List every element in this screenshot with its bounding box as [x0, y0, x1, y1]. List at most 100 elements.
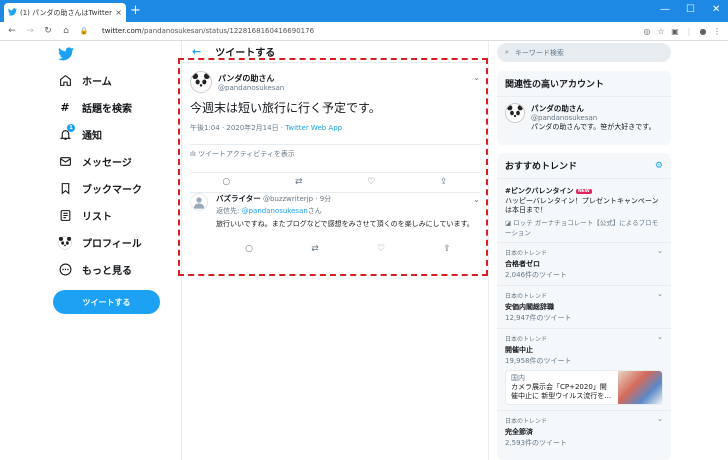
retweet-icon[interactable]: ⇄ — [311, 244, 319, 254]
trends-title-text: おすすめトレンド — [505, 162, 578, 172]
retweet-icon[interactable]: ⇄ — [295, 177, 303, 187]
search-input[interactable]: ⌕ キーワード検索 — [497, 43, 671, 62]
new-badge: NEW — [575, 188, 592, 194]
reply-icon[interactable]: ○ — [222, 177, 230, 187]
tweet-timestamp[interactable]: 午後1:04 · 2020年2月14日 · — [190, 124, 285, 132]
tweet-author-name[interactable]: パンダの助さん — [218, 73, 284, 84]
trend-name: 開催中止 — [505, 346, 533, 354]
avatar[interactable] — [190, 71, 212, 93]
gear-icon[interactable]: ⚙ — [655, 161, 663, 171]
reply-author-name[interactable]: バズライター — [216, 194, 261, 203]
menu-icon[interactable]: ⋮ — [710, 27, 724, 36]
reply-to-prefix: 返信先: — [216, 207, 242, 215]
sidebar-item-messages[interactable]: メッセージ — [58, 154, 132, 169]
like-icon[interactable]: ♡ — [367, 177, 375, 187]
share-icon[interactable]: ⇪ — [443, 244, 451, 254]
home-icon — [58, 74, 72, 88]
tweet-author-handle[interactable]: @pandanosukesan — [218, 84, 284, 92]
chevron-down-icon[interactable]: ⌄ — [473, 195, 480, 204]
tweet-button[interactable]: ツイートする — [53, 290, 160, 314]
account-handle: @pandanosukesan — [531, 114, 598, 122]
bookmark-icon — [58, 182, 72, 196]
sidebar-item-label: もっと見る — [82, 266, 132, 277]
trend-item[interactable]: 日本のトレンド 開催中止 19,958件のツイート ⌄ 国内 カメラ展示会「CP… — [497, 329, 671, 411]
new-tab-button[interactable]: + — [130, 4, 141, 18]
news-thumbnail — [618, 371, 662, 404]
trend-context: 日本のトレンド — [505, 293, 548, 300]
news-source: 国内 — [511, 374, 525, 382]
browser-title-bar: (1) パンダの助さんはTwitterを使 × + — ☐ ✕ — [0, 0, 728, 22]
list-icon — [58, 209, 72, 223]
chevron-down-icon[interactable]: ⌄ — [473, 73, 480, 82]
account-name: パンダの助さん — [531, 104, 584, 113]
related-account[interactable]: パンダの助さん @pandanosukesan パンダの助さんです。笹が大好きで… — [497, 97, 671, 138]
sidebar-item-label: リスト — [82, 212, 112, 223]
separator-icon: | — [687, 26, 691, 36]
promoted-trend-desc: ハッピーバレンタイン！プレゼントキャンペーンは本日まで！ — [505, 197, 659, 214]
extension-icon[interactable]: ◎ — [640, 27, 654, 36]
reply-author-handle[interactable]: @buzzwriterjp · 9分 — [263, 195, 331, 203]
chevron-down-icon[interactable]: ⌄ — [657, 333, 663, 341]
extension-icon-2[interactable]: ▣ — [668, 27, 682, 36]
right-sidebar: ⌕ キーワード検索 関連性の高いアカウント パンダの助さん @pandanosu… — [489, 41, 728, 460]
share-icon[interactable]: ⇪ — [440, 177, 448, 187]
sidebar-item-profile[interactable]: プロフィール — [58, 235, 142, 250]
chevron-down-icon[interactable]: ⌄ — [657, 290, 663, 298]
more-icon — [58, 263, 72, 277]
reply-icon[interactable]: ○ — [245, 244, 253, 254]
related-accounts-card: 関連性の高いアカウント パンダの助さん @pandanosukesan パンダの… — [497, 71, 671, 145]
chevron-down-icon[interactable]: ⌄ — [657, 247, 663, 255]
browser-toolbar: ← → ↻ ⌂ 🔒 twitter.com/pandanosukesan/sta… — [0, 22, 728, 41]
twitter-logo-icon[interactable] — [58, 47, 74, 61]
minimize-button[interactable]: — — [660, 4, 670, 15]
avatar[interactable] — [505, 103, 525, 123]
hashtag-icon: # — [60, 101, 70, 114]
address-bar[interactable]: twitter.com/pandanosukesan/status/122816… — [102, 27, 640, 35]
trend-count: 19,958件のツイート — [505, 357, 572, 365]
chevron-down-icon[interactable]: ⌄ — [657, 415, 663, 423]
sidebar-item-more[interactable]: もっと見る — [58, 262, 132, 277]
close-window-button[interactable]: ✕ — [712, 4, 720, 15]
url-host: twitter.com — [102, 27, 142, 35]
maximize-button[interactable]: ☐ — [686, 4, 695, 15]
back-arrow-icon[interactable]: ← — [6, 26, 18, 36]
reply-avatar[interactable] — [190, 193, 208, 211]
sidebar-item-home[interactable]: ホーム — [58, 73, 112, 88]
tweet-text: 今週末は短い旅行に行く予定です。 — [190, 101, 381, 115]
reply-to-handle[interactable]: @pandanosukesan — [242, 207, 308, 215]
promoted-trend[interactable]: #ピンクバレンタイン NEW ハッピーバレンタイン！プレゼントキャンペーンは本日… — [497, 179, 671, 243]
trend-count: 2,046件のツイート — [505, 271, 568, 279]
tweet-meta: 午後1:04 · 2020年2月14日 · Twitter Web App — [190, 123, 480, 133]
news-card[interactable]: 国内 カメラ展示会「CP+2020」開催中止に 新型ウイルス流行を… — [505, 370, 663, 405]
tab-close-icon[interactable]: × — [115, 8, 122, 17]
reply-text: 旅行いいですね。またブログなどで感想をみさせて頂くのを楽しみにしています。 — [216, 220, 474, 228]
back-arrow-icon[interactable]: ← — [192, 45, 201, 58]
browser-tab[interactable]: (1) パンダの助さんはTwitterを使 × — [4, 3, 126, 22]
related-title-text: 関連性の高いアカウント — [505, 80, 605, 90]
like-icon[interactable]: ♡ — [377, 244, 385, 254]
home-browser-icon[interactable]: ⌂ — [60, 26, 72, 36]
tweet-activity-label: ツイートアクティビティを表示 — [198, 150, 295, 158]
account-icon[interactable]: ● — [696, 27, 710, 36]
related-accounts-title: 関連性の高いアカウント — [497, 71, 671, 97]
sidebar-item-explore[interactable]: # 話題を検索 — [58, 100, 132, 115]
reload-icon[interactable]: ↻ — [42, 26, 54, 36]
tweet-actions: ○ ⇄ ♡ ⇪ — [190, 172, 480, 193]
trend-item[interactable]: 日本のトレンド 合格者ゼロ 2,046件のツイート ⌄ — [497, 243, 671, 286]
sidebar-item-lists[interactable]: リスト — [58, 208, 112, 223]
sidebar-item-bookmarks[interactable]: ブックマーク — [58, 181, 142, 196]
sidebar-item-label: 通知 — [82, 131, 102, 142]
star-icon[interactable]: ☆ — [654, 27, 668, 36]
tweet-header: パンダの助さん @pandanosukesan — [190, 71, 480, 93]
trend-item[interactable]: 日本のトレンド 安価内閣総辞職 12,947件のツイート ⌄ — [497, 286, 671, 329]
account-bio: パンダの助さんです。笹が大好きです。 — [531, 123, 656, 131]
forward-arrow-icon[interactable]: → — [24, 26, 36, 36]
main-column: ← ツイートする パンダの助さん @pandanosukesan ⌄ 今週末は短… — [181, 41, 489, 460]
trend-item[interactable]: 日本のトレンド 完全節済 2,593件のツイート ⌄ — [497, 411, 671, 453]
reply-tweet[interactable]: バズライター @buzzwriterjp · 9分 返信先: @pandanos… — [190, 193, 480, 229]
left-sidebar: ホーム # 話題を検索 1 通知 メッセージ ブックマーク リスト プロフィール… — [0, 41, 181, 460]
tweet-source-link[interactable]: Twitter Web App — [285, 124, 342, 132]
tweet-activity-link[interactable]: ılı ツイートアクティビティを表示 — [190, 144, 480, 159]
profile-avatar-icon — [58, 235, 72, 250]
sidebar-item-notifications[interactable]: 1 通知 — [58, 123, 102, 142]
